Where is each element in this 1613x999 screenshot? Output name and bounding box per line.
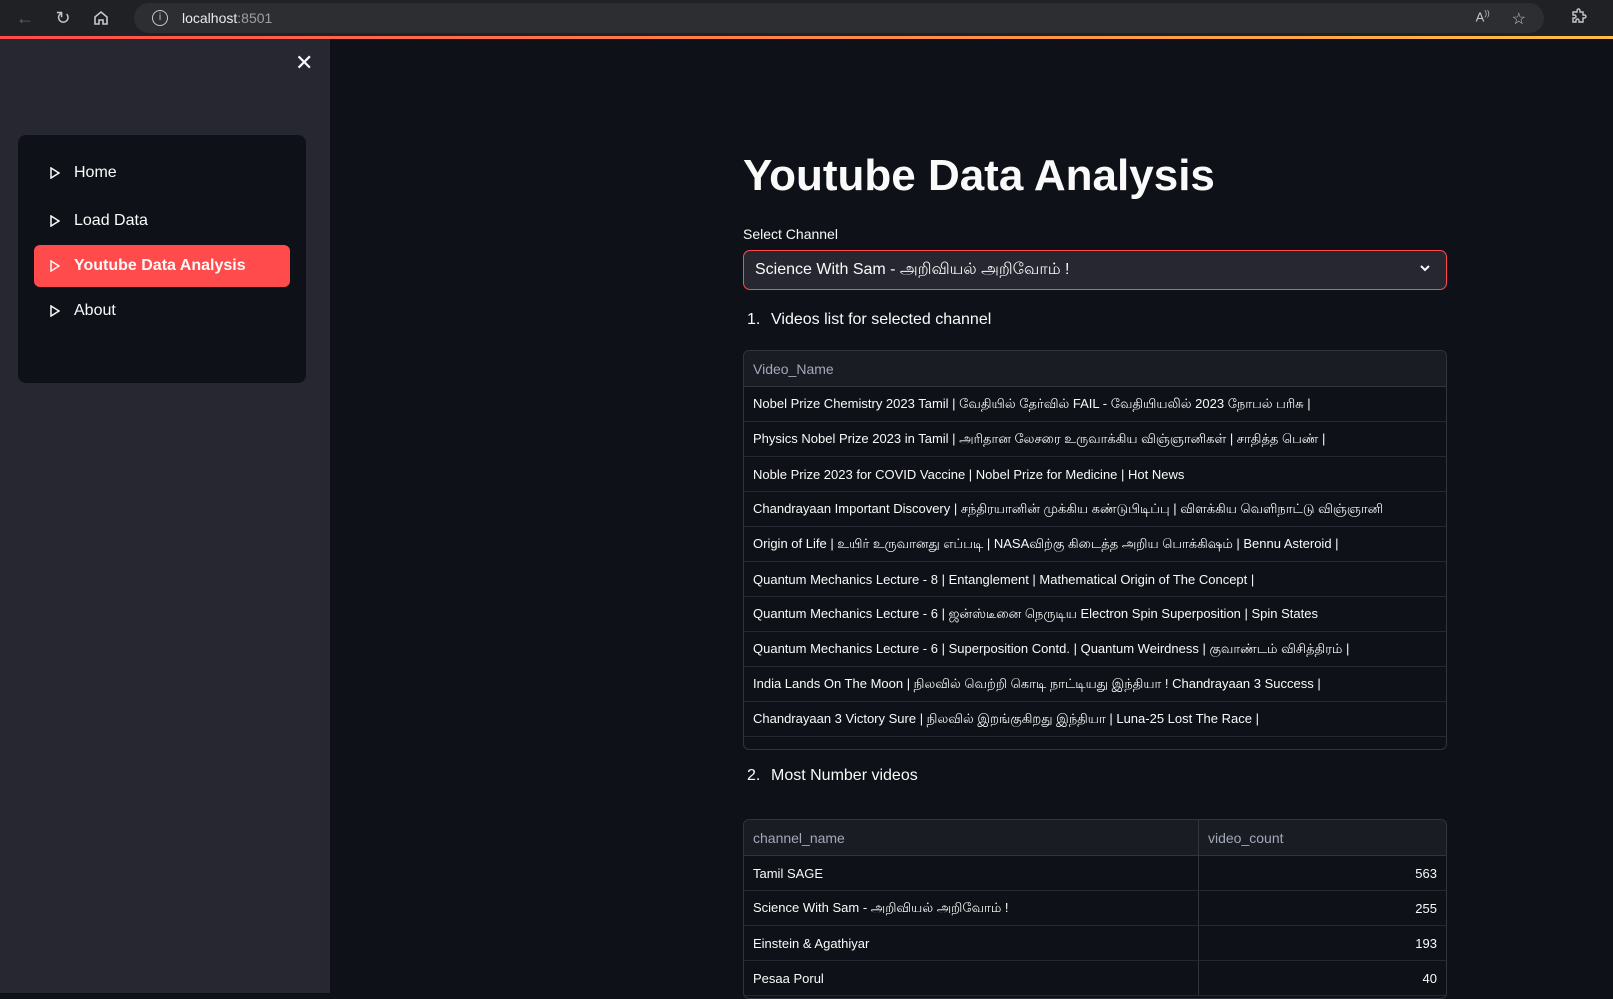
sidebar-item-youtube-data-analysis[interactable]: Youtube Data Analysis bbox=[34, 245, 290, 287]
table-row[interactable]: Chandrayaan Important Discovery | சந்திர… bbox=[744, 492, 1446, 527]
table-row[interactable]: Physics Nobel Prize 2023 in Tamil | அரித… bbox=[744, 422, 1446, 457]
sidebar-item-label: Load Data bbox=[74, 212, 148, 229]
sidebar-item-home[interactable]: Home bbox=[34, 149, 290, 197]
table-cell: 255 bbox=[1415, 900, 1437, 916]
table-row[interactable]: Nobel Prize Chemistry 2023 Tamil | வேதிய… bbox=[744, 387, 1446, 422]
star-icon[interactable]: ☆ bbox=[1512, 9, 1526, 29]
close-icon[interactable]: ✕ bbox=[295, 51, 313, 76]
table-cell: Science With Sam - அறிவியல் அறிவோம் ! bbox=[744, 891, 1199, 925]
read-aloud-icon[interactable]: A)) bbox=[1476, 9, 1490, 29]
chevron-down-icon bbox=[1420, 265, 1430, 272]
table-cell: Tamil SAGE bbox=[744, 856, 1199, 890]
page-title: Youtube Data Analysis bbox=[743, 151, 1215, 200]
column-header-video-name[interactable]: Video_Name bbox=[744, 351, 1446, 386]
section-title: Most Number videos bbox=[771, 767, 918, 784]
section-number: 2. bbox=[747, 767, 761, 784]
table-row[interactable]: Noble Prize 2023 for COVID Vaccine | Nob… bbox=[744, 457, 1446, 492]
extensions-icon[interactable] bbox=[1569, 7, 1587, 30]
url-text: localhost:8501 bbox=[182, 10, 272, 26]
back-arrow-icon[interactable]: ← bbox=[12, 5, 38, 31]
sidebar-item-load-data[interactable]: Load Data bbox=[34, 197, 290, 245]
sidebar-menu: Home Load Data Youtube Data Analysis Abo… bbox=[18, 135, 306, 383]
table-cell: Chandrayaan Important Discovery | சந்திர… bbox=[753, 500, 1384, 516]
table-row[interactable]: Quantum Mechanics Lecture - 8 | Entangle… bbox=[744, 562, 1446, 597]
table-cell: Quantum Mechanics Lecture - 6 | ஜன்ஸ்டீன… bbox=[753, 605, 1318, 621]
sidebar: ✕ Home Load Data Youtube Data Analysis A… bbox=[0, 39, 330, 993]
play-outline-icon bbox=[50, 305, 60, 317]
browser-toolbar: ← ↻ i localhost:8501 A)) ☆ bbox=[0, 0, 1613, 36]
table-cell: Pesaa Porul bbox=[744, 961, 1199, 995]
table-row[interactable]: Quantum Mechanics Lecture - 6 | ஜன்ஸ்டீன… bbox=[744, 597, 1446, 632]
info-icon[interactable]: i bbox=[152, 10, 168, 26]
column-header-channel-name[interactable]: channel_name bbox=[744, 820, 1199, 855]
address-bar[interactable]: i localhost:8501 A)) ☆ bbox=[134, 3, 1544, 33]
section-heading-videos: 1. Videos list for selected channel bbox=[747, 311, 991, 329]
table-row[interactable]: Quantum Mechanics Lecture - 6 | Superpos… bbox=[744, 632, 1446, 667]
video-count-table[interactable]: channel_name video_count Tamil SAGE 563 … bbox=[743, 819, 1447, 999]
table-cell: 193 bbox=[1415, 935, 1437, 951]
table-cell: Chandrayaan 3 Victory Sure | நிலவில் இறங… bbox=[753, 710, 1259, 726]
section-number: 1. bbox=[747, 311, 761, 328]
channel-select[interactable]: Science With Sam - அறிவியல் அறிவோம் ! bbox=[743, 250, 1447, 290]
url-port: :8501 bbox=[237, 10, 273, 26]
table-row[interactable]: Origin of Life | உயிர் உருவானது எப்படி |… bbox=[744, 527, 1446, 562]
section-title: Videos list for selected channel bbox=[771, 311, 992, 328]
table-header[interactable]: Video_Name bbox=[744, 351, 1446, 387]
table-row[interactable]: Chandrayaan 3 Victory Sure | நிலவில் இறங… bbox=[744, 702, 1446, 737]
table-cell: Nobel Prize Chemistry 2023 Tamil | வேதிய… bbox=[753, 395, 1311, 411]
table-row[interactable]: Einstein & Agathiyar 193 bbox=[744, 926, 1446, 961]
table-cell: 40 bbox=[1422, 970, 1437, 986]
table-row[interactable]: Pesaa Porul 40 bbox=[744, 961, 1446, 996]
videos-table[interactable]: Video_Name Nobel Prize Chemistry 2023 Ta… bbox=[743, 350, 1447, 750]
table-row[interactable]: India Lands On The Moon | நிலவில் வெற்றி… bbox=[744, 667, 1446, 702]
column-header-video-count[interactable]: video_count bbox=[1199, 820, 1446, 855]
play-outline-icon bbox=[50, 167, 60, 179]
table-cell: Noble Prize 2023 for COVID Vaccine | Nob… bbox=[753, 466, 1185, 482]
table-cell: Physics Nobel Prize 2023 in Tamil | அரித… bbox=[753, 430, 1326, 446]
sidebar-item-label: About bbox=[74, 302, 116, 319]
table-header[interactable]: channel_name video_count bbox=[744, 820, 1446, 856]
table-cell: Origin of Life | உயிர் உருவானது எப்படி |… bbox=[753, 535, 1339, 551]
section-heading-counts: 2. Most Number videos bbox=[747, 767, 918, 785]
table-cell: 563 bbox=[1415, 865, 1437, 881]
sidebar-item-about[interactable]: About bbox=[34, 287, 290, 335]
selected-channel-value: Science With Sam - அறிவியல் அறிவோம் ! bbox=[755, 261, 1070, 278]
table-row[interactable]: Science With Sam - அறிவியல் அறிவோம் ! 25… bbox=[744, 891, 1446, 926]
sidebar-item-label: Home bbox=[74, 164, 117, 181]
play-outline-icon bbox=[50, 260, 60, 272]
home-icon[interactable] bbox=[88, 5, 114, 31]
table-cell: Quantum Mechanics Lecture - 6 | Superpos… bbox=[753, 640, 1350, 656]
table-cell: Quantum Mechanics Lecture - 8 | Entangle… bbox=[753, 571, 1255, 587]
table-row[interactable]: Tamil SAGE 563 bbox=[744, 856, 1446, 891]
play-outline-icon bbox=[50, 215, 60, 227]
table-cell: India Lands On The Moon | நிலவில் வெற்றி… bbox=[753, 675, 1321, 691]
reload-icon[interactable]: ↻ bbox=[50, 5, 76, 31]
sidebar-item-label: Youtube Data Analysis bbox=[74, 257, 246, 274]
table-cell: Einstein & Agathiyar bbox=[744, 926, 1199, 960]
url-host: localhost bbox=[182, 10, 238, 26]
select-channel-label: Select Channel bbox=[743, 226, 838, 242]
